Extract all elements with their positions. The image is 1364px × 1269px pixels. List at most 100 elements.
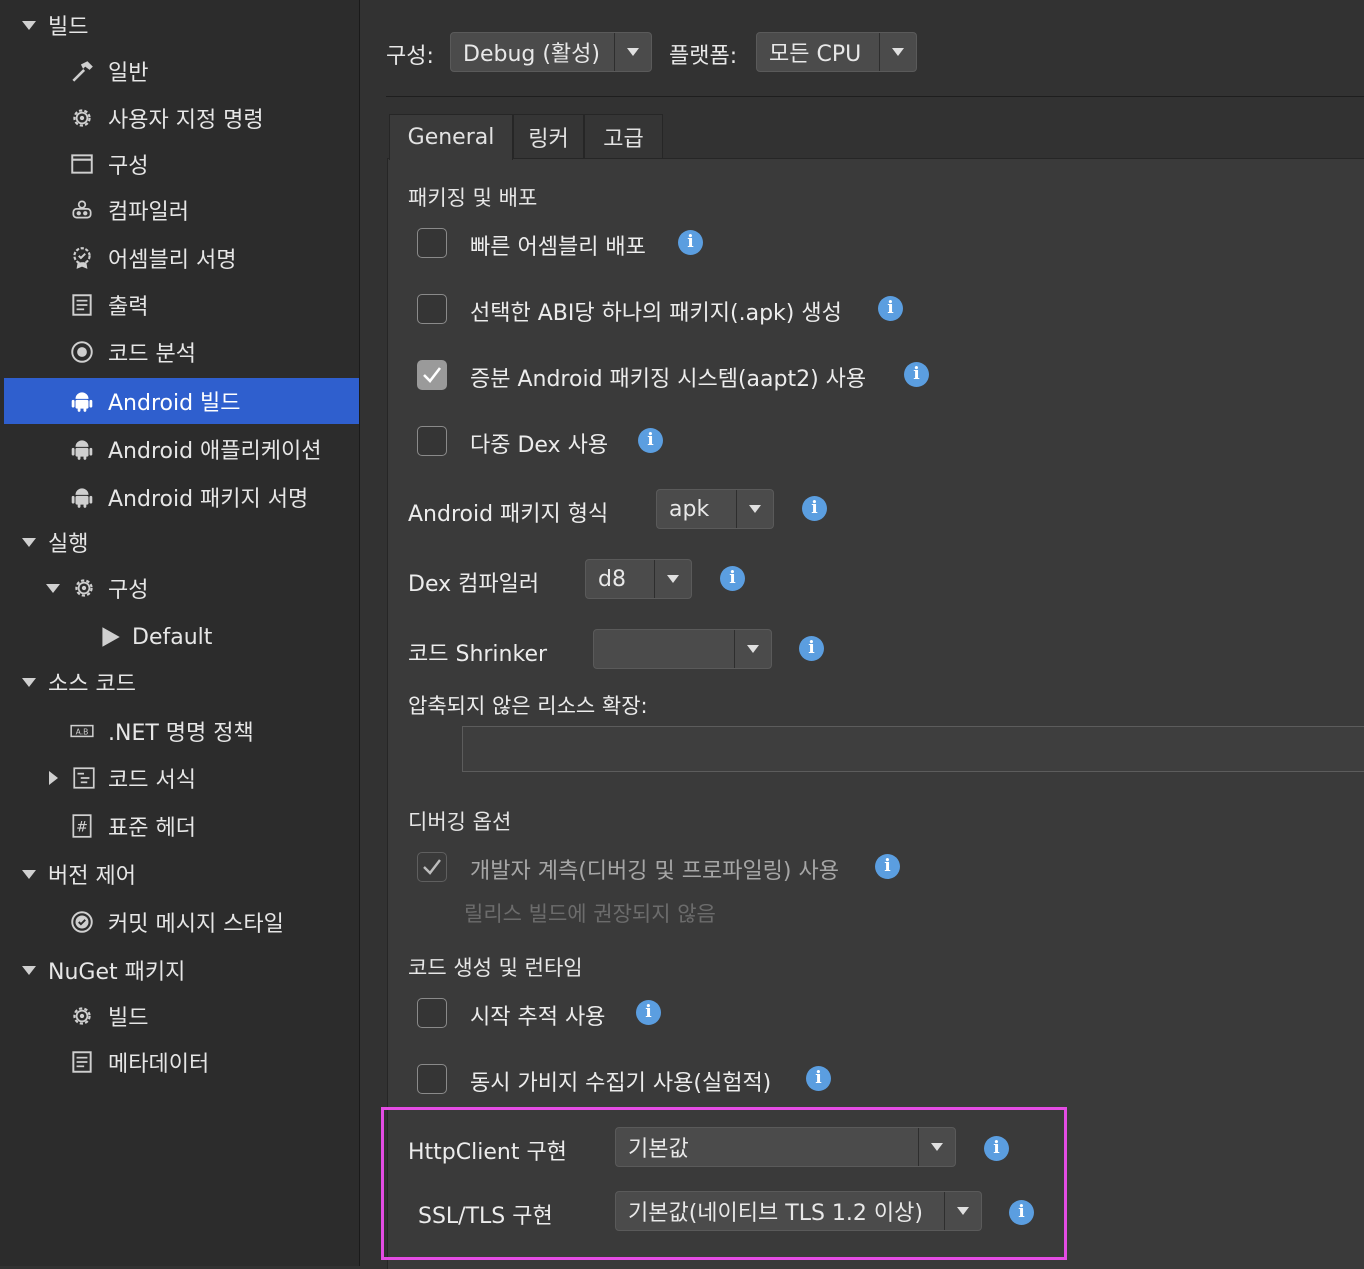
tab-linker[interactable]: 링커 <box>513 114 584 158</box>
sidebar-item-configuration[interactable]: 구성 <box>4 141 359 187</box>
tab-advanced[interactable]: 고급 <box>584 114 663 158</box>
window-icon <box>68 150 96 178</box>
info-icon[interactable]: i <box>904 362 929 387</box>
info-icon[interactable]: i <box>875 854 900 879</box>
section-heading-debugging: 디버깅 옵션 <box>408 810 512 834</box>
gear-icon <box>68 104 96 132</box>
sidebar-item-label: .NET 명명 정책 <box>108 721 254 746</box>
developer-instrumentation-checkbox[interactable] <box>417 852 447 882</box>
fast-deployment-checkbox[interactable] <box>417 228 447 258</box>
sidebar-item-default[interactable]: Default <box>4 614 359 660</box>
info-icon[interactable]: i <box>806 1066 831 1091</box>
per-abi-package-label: 선택한 ABI당 하나의 패키지(.apk) 생성 <box>470 301 842 326</box>
package-format-dropdown[interactable]: apk <box>656 489 774 529</box>
concurrent-gc-checkbox[interactable] <box>417 1064 447 1094</box>
android-icon <box>68 387 96 415</box>
ssl-tls-dropdown[interactable]: 기본값(네이티브 TLS 1.2 이상) <box>615 1191 982 1231</box>
caret-down-icon[interactable] <box>20 961 38 979</box>
tab-general[interactable]: General <box>389 114 513 160</box>
chevron-down-icon <box>918 1128 955 1166</box>
sidebar-item-label: Android 패키지 서명 <box>108 487 309 512</box>
tree-node-label: 빌드 <box>48 15 89 40</box>
chevron-down-icon <box>879 33 916 71</box>
caret-down-icon[interactable] <box>20 533 38 551</box>
info-icon[interactable]: i <box>636 1000 661 1025</box>
info-icon[interactable]: i <box>678 230 703 255</box>
target-icon <box>68 338 96 366</box>
platform-value: 모든 CPU <box>769 42 862 67</box>
sidebar-item-compiler[interactable]: 컴파일러 <box>4 187 359 233</box>
caret-right-icon[interactable] <box>44 769 62 787</box>
tree-node-code-formatting[interactable]: 코드 서식 <box>4 755 359 801</box>
caret-down-icon[interactable] <box>20 16 38 34</box>
info-icon[interactable]: i <box>720 566 745 591</box>
gear-icon <box>68 1002 96 1030</box>
info-icon[interactable]: i <box>799 636 824 661</box>
sidebar-item-android-application[interactable]: Android 애플리케이션 <box>4 426 359 472</box>
startup-tracing-checkbox[interactable] <box>417 998 447 1028</box>
sidebar-item-naming-policy[interactable]: A.B .NET 명명 정책 <box>4 708 359 754</box>
tree-node-version-control[interactable]: 버전 제어 <box>4 851 359 897</box>
sidebar-item-general[interactable]: 일반 <box>4 48 359 94</box>
sidebar-item-label: 표준 헤더 <box>108 816 196 841</box>
dex-compiler-value: d8 <box>598 566 626 592</box>
info-icon[interactable]: i <box>638 428 663 453</box>
info-icon[interactable]: i <box>878 296 903 321</box>
section-heading-packaging: 패키징 및 배포 <box>408 186 538 210</box>
httpclient-dropdown[interactable]: 기본값 <box>615 1127 956 1167</box>
sidebar-item-label: 코드 분석 <box>108 342 196 367</box>
fast-deployment-label: 빠른 어셈블리 배포 <box>470 235 646 260</box>
svg-text:#: # <box>76 819 88 835</box>
sidebar-item-label: 커밋 메시지 스타일 <box>108 912 284 937</box>
sidebar-item-commit-message-style[interactable]: 커밋 메시지 스타일 <box>4 899 359 945</box>
document-icon <box>68 291 96 319</box>
multidex-checkbox[interactable] <box>417 426 447 456</box>
startup-tracing-label: 시작 추적 사용 <box>470 1005 606 1030</box>
info-icon[interactable]: i <box>1009 1200 1034 1225</box>
hammer-icon <box>68 57 96 85</box>
code-format-icon <box>70 764 98 792</box>
configuration-dropdown[interactable]: Debug (활성) <box>450 32 652 72</box>
ssl-tls-label: SSL/TLS 구현 <box>418 1204 553 1229</box>
info-icon[interactable]: i <box>984 1136 1009 1161</box>
tree-node-run-configurations[interactable]: 구성 <box>4 565 359 611</box>
android-icon <box>68 483 96 511</box>
sidebar-item-android-package-signing[interactable]: Android 패키지 서명 <box>4 474 359 520</box>
multidex-label: 다중 Dex 사용 <box>470 433 609 458</box>
code-shrinker-dropdown[interactable] <box>593 629 772 669</box>
aapt2-label: 증분 Android 패키징 시스템(aapt2) 사용 <box>470 367 867 392</box>
developer-instrumentation-label: 개발자 계측(디버깅 및 프로파일링) 사용 <box>470 859 839 884</box>
section-heading-codegen: 코드 생성 및 런타임 <box>408 956 583 980</box>
sidebar-item-standard-header[interactable]: # 표준 헤더 <box>4 803 359 849</box>
sidebar-item-nuget-build[interactable]: 빌드 <box>4 993 359 1039</box>
sidebar-item-output[interactable]: 출력 <box>4 282 359 328</box>
sidebar-item-android-build[interactable]: Android 빌드 <box>4 378 359 424</box>
caret-down-icon[interactable] <box>20 673 38 691</box>
platform-dropdown[interactable]: 모든 CPU <box>756 32 917 72</box>
sidebar-item-assembly-signing[interactable]: 어셈블리 서명 <box>4 235 359 281</box>
uncompressed-extensions-input[interactable] <box>462 726 1364 772</box>
sidebar-item-label: Android 빌드 <box>108 391 241 416</box>
sidebar-item-metadata[interactable]: 메타데이터 <box>4 1039 359 1085</box>
concurrent-gc-label: 동시 가비지 수집기 사용(실험적) <box>470 1071 772 1096</box>
dex-compiler-dropdown[interactable]: d8 <box>585 559 692 599</box>
package-format-label: Android 패키지 형식 <box>408 502 609 527</box>
tree-node-source-code[interactable]: 소스 코드 <box>4 659 359 705</box>
sidebar-item-code-analysis[interactable]: 코드 분석 <box>4 329 359 375</box>
aapt2-checkbox[interactable] <box>417 360 447 390</box>
tab-label: 고급 <box>603 126 644 152</box>
ssl-tls-value: 기본값(네이티브 TLS 1.2 이상) <box>628 1201 923 1226</box>
httpclient-value: 기본값 <box>628 1137 689 1162</box>
tree-node-run[interactable]: 실행 <box>4 519 359 565</box>
caret-down-icon[interactable] <box>20 865 38 883</box>
tree-node-nuget-package[interactable]: NuGet 패키지 <box>4 947 359 993</box>
info-icon[interactable]: i <box>802 496 827 521</box>
per-abi-package-checkbox[interactable] <box>417 294 447 324</box>
toolbar-divider <box>386 96 1364 97</box>
dex-compiler-label: Dex 컴파일러 <box>408 572 540 597</box>
sidebar-item-custom-commands[interactable]: 사용자 지정 명령 <box>4 95 359 141</box>
code-shrinker-label: 코드 Shrinker <box>408 642 548 667</box>
checkmark-icon <box>423 367 442 383</box>
tree-node-build[interactable]: 빌드 <box>4 2 359 48</box>
caret-down-icon[interactable] <box>44 579 62 597</box>
